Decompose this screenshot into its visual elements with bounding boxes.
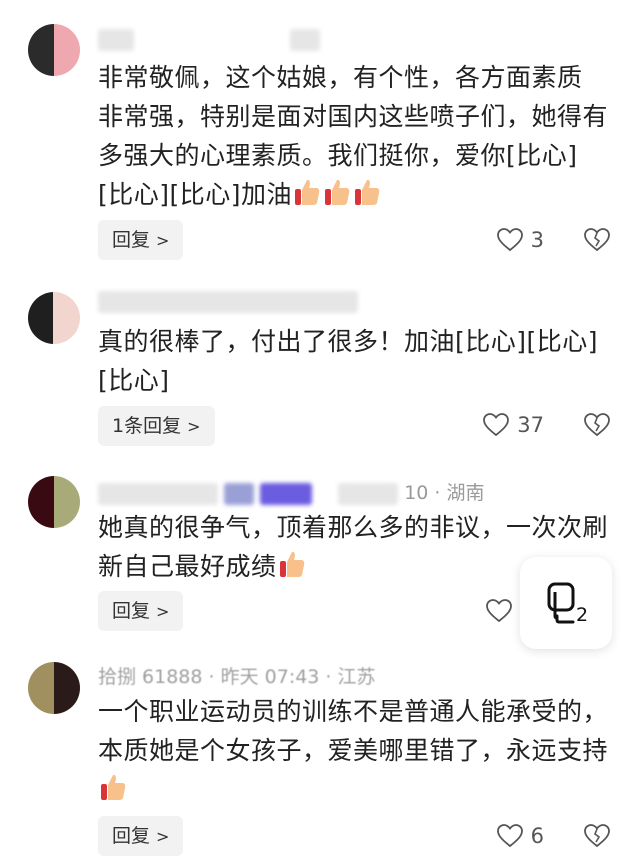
comment-text: 真的很棒了，付出了很多！加油[比心][比心] [比心] — [98, 327, 599, 395]
broken-heart-icon — [584, 413, 610, 437]
like-button[interactable]: 6 — [496, 824, 544, 848]
reply-label: 1条回复 — [112, 415, 182, 437]
comment-meta: 10 · 湖南 — [98, 478, 484, 505]
reply-button[interactable]: 回复 > — [98, 591, 184, 631]
floating-count: 2 — [576, 604, 589, 626]
thumbs-up-emoji — [293, 177, 321, 207]
heart-icon — [496, 824, 523, 848]
heart-icon — [483, 413, 510, 437]
like-count: 6 — [530, 824, 544, 848]
avatar[interactable] — [28, 662, 80, 714]
reply-label: 回复 — [112, 825, 151, 847]
thumbs-up-emoji — [278, 549, 306, 579]
reply-button[interactable]: 回复 > — [98, 816, 184, 856]
reply-label: 回复 — [112, 229, 151, 251]
dislike-button[interactable] — [584, 228, 610, 256]
meta-text: 拾捌 61888 · 昨天 07:43 · 江苏 — [98, 666, 376, 688]
comment-text: 非常敬佩，这个姑娘，有个性，各方面素质 非常强，特别是面对国内这些喷子们，她得有多… — [98, 63, 609, 209]
comment-meta — [98, 290, 358, 313]
avatar[interactable] — [28, 292, 80, 344]
chevron-right-icon: > — [156, 231, 170, 250]
chevron-right-icon: > — [156, 602, 170, 621]
broken-heart-icon — [584, 824, 610, 848]
like-count: 3 — [530, 228, 544, 252]
like-button[interactable] — [486, 599, 512, 623]
avatar[interactable] — [28, 24, 80, 76]
like-button[interactable]: 3 — [496, 228, 544, 252]
chevron-right-icon: > — [156, 827, 170, 846]
comment-meta — [98, 28, 321, 51]
dislike-button[interactable] — [584, 824, 610, 852]
chevron-right-icon: > — [187, 417, 201, 436]
like-button[interactable]: 37 — [483, 413, 544, 437]
reply-label: 回复 — [112, 600, 151, 622]
like-count: 37 — [517, 413, 544, 437]
broken-heart-icon — [584, 228, 610, 252]
heart-icon — [496, 228, 523, 252]
reply-button[interactable]: 1条回复 > — [98, 406, 215, 446]
comment-meta: 拾捌 61888 · 昨天 07:43 · 江苏 — [98, 662, 376, 689]
reply-button[interactable]: 回复 > — [98, 220, 184, 260]
floating-copy-button[interactable] — [520, 557, 612, 649]
thumbs-up-emoji — [323, 177, 351, 207]
thumbs-up-emoji — [353, 177, 381, 207]
comment-text: 一个职业运动员的训练不是普通人能承受的， 本质她是个女孩子，爱美哪里错了，永远支持 — [98, 692, 618, 809]
dislike-button[interactable] — [584, 413, 610, 441]
avatar[interactable] — [28, 476, 80, 528]
meta-location: 10 · 湖南 — [404, 482, 485, 504]
heart-icon — [486, 599, 512, 623]
thumbs-up-emoji — [99, 772, 127, 802]
